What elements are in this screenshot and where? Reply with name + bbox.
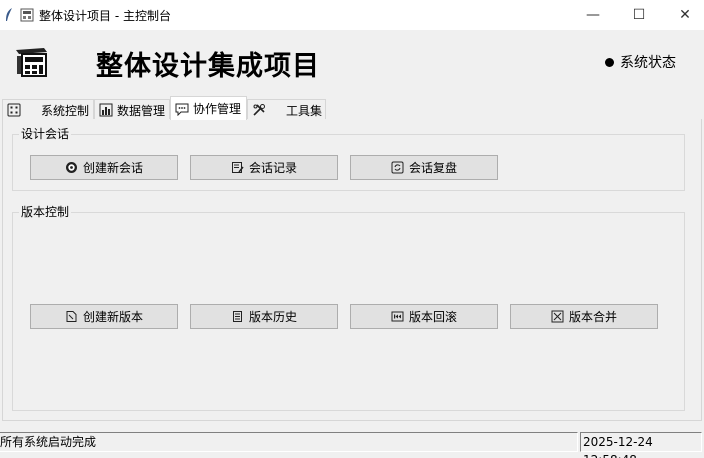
tab-label: 工具集	[286, 103, 323, 118]
session-log-button[interactable]: 会话记录	[190, 155, 338, 180]
scroll-icon	[232, 311, 242, 322]
version-group: 版本控制 创建新版本 版本历史 版本回滚 版本合并	[12, 205, 685, 411]
status-bar: 所有系统启动完成 2025-12-24 12:58:48	[0, 430, 704, 458]
button-label: 版本合并	[568, 310, 617, 324]
maximize-button[interactable]: ☐	[616, 0, 662, 30]
button-label: 创建新版本	[82, 310, 143, 324]
close-button[interactable]: ✕	[662, 0, 704, 30]
feather-icon	[6, 8, 12, 21]
tab-collaboration[interactable]: 协作管理	[170, 96, 247, 120]
session-group: 设计会话 创建新会话 会话记录 会话复盘	[12, 127, 685, 191]
tab-label: 数据管理	[117, 103, 166, 118]
minimize-icon: —	[586, 7, 600, 23]
maximize-icon: ☐	[632, 7, 646, 23]
target-icon	[65, 162, 77, 173]
tab-system-control[interactable]: 系统控制	[2, 99, 94, 120]
version-group-label: 版本控制	[19, 205, 72, 219]
refresh-icon	[391, 161, 404, 174]
merge-icon	[551, 310, 564, 323]
tab-toolkit[interactable]: 工具集	[247, 99, 326, 120]
status-datetime: 2025-12-24 12:58:48	[580, 432, 702, 458]
button-label: 创建新会话	[82, 161, 143, 175]
system-status-label: 系统状态	[620, 55, 676, 71]
chat-icon	[175, 103, 189, 116]
memo-icon	[231, 162, 244, 173]
version-merge-button[interactable]: 版本合并	[510, 304, 658, 329]
button-label: 版本历史	[248, 310, 297, 324]
minimize-button[interactable]: —	[570, 0, 616, 30]
window-title: 整体设计项目 - 主控制台	[39, 9, 171, 23]
page-title: 整体设计集成项目	[96, 51, 320, 82]
session-review-button[interactable]: 会话复盘	[350, 155, 498, 180]
new-doc-icon	[66, 311, 77, 322]
system-status-indicator: 系统状态	[605, 52, 676, 72]
button-label: 会话复盘	[408, 161, 457, 175]
status-dot-icon	[605, 57, 614, 67]
tab-label: 系统控制	[41, 103, 90, 118]
tools-icon	[253, 104, 265, 116]
grid-icon	[7, 103, 21, 117]
terminal-icon	[16, 48, 47, 77]
tab-data-management[interactable]: 数据管理	[94, 99, 170, 120]
bar-chart-icon	[99, 103, 113, 117]
tab-panel-collaboration: 设计会话 创建新会话 会话记录 会话复盘 版本控制 创建新版本 版本历史 版本回…	[2, 119, 702, 421]
version-history-button[interactable]: 版本历史	[190, 304, 338, 329]
version-rollback-button[interactable]: 版本回滚	[350, 304, 498, 329]
app-icon	[20, 8, 34, 22]
close-icon: ✕	[679, 7, 691, 23]
title-bar: 整体设计项目 - 主控制台 — ☐ ✕	[0, 0, 704, 30]
status-message: 所有系统启动完成	[0, 432, 578, 452]
button-label: 会话记录	[248, 161, 297, 175]
create-version-button[interactable]: 创建新版本	[30, 304, 178, 329]
button-label: 版本回滚	[408, 310, 457, 324]
rewind-icon	[391, 311, 404, 322]
create-session-button[interactable]: 创建新会话	[30, 155, 178, 180]
tab-label: 协作管理	[193, 102, 242, 116]
session-group-label: 设计会话	[19, 127, 72, 141]
